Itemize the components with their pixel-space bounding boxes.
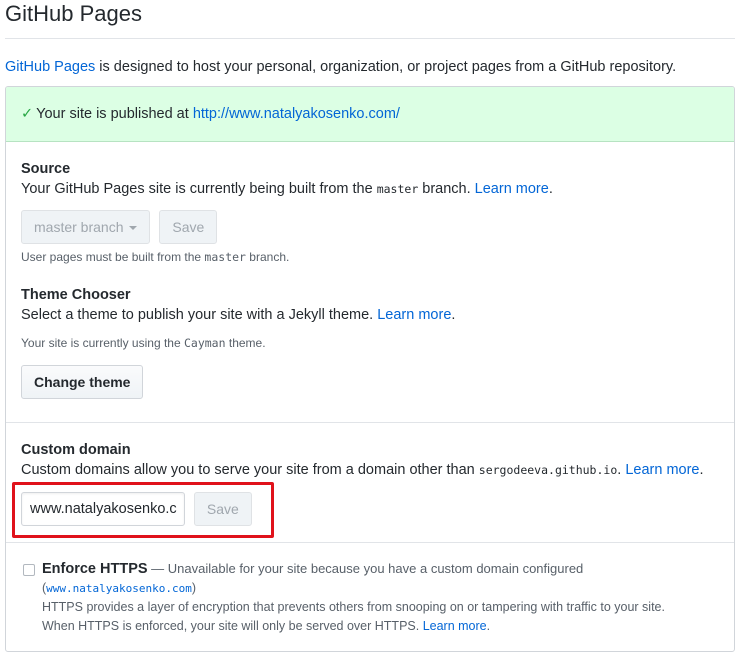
source-note-code: master: [204, 250, 246, 264]
intro-text: GitHub Pages is designed to host your pe…: [5, 57, 676, 77]
source-description: Your GitHub Pages site is currently bein…: [21, 179, 719, 199]
source-desc-end: .: [548, 181, 553, 197]
custom-domain-section: Custom domain Custom domains allow you t…: [6, 440, 734, 526]
page-title: GitHub Pages: [5, 1, 142, 26]
branch-select-button[interactable]: master branch: [21, 210, 151, 244]
theme-note-prefix: Your site is currently using the: [21, 336, 184, 350]
paren-close: ): [191, 581, 197, 595]
theme-learn-more-link[interactable]: Learn more: [377, 307, 451, 323]
enforce-https-line: Enforce HTTPS — Unavailable for your sit…: [42, 559, 732, 579]
published-text: Your site is published at: [36, 106, 193, 122]
domain-save-button[interactable]: Save: [193, 492, 252, 526]
theme-section: Theme Chooser Select a theme to publish …: [6, 285, 734, 399]
https-desc2-text: When HTTPS is enforced, your site will o…: [42, 619, 423, 633]
domain-learn-more-link[interactable]: Learn more: [625, 462, 699, 478]
https-description-1: HTTPS provides a layer of encryption tha…: [42, 600, 665, 614]
custom-domain-heading: Custom domain: [21, 442, 131, 458]
https-domain-line: (www.natalyakosenko.com): [42, 579, 732, 598]
github-pages-link[interactable]: GitHub Pages: [5, 59, 95, 75]
domain-desc-end: .: [699, 462, 704, 478]
published-flash: ✓ Your site is published at http://www.na…: [6, 87, 734, 142]
custom-domain-input[interactable]: www.natalyakosenko.c: [21, 492, 185, 526]
https-description-2: When HTTPS is enforced, your site will o…: [42, 617, 732, 636]
title-divider: [5, 38, 735, 39]
theme-heading: Theme Chooser: [21, 287, 131, 303]
section-divider: [6, 422, 734, 423]
source-note-suffix: branch.: [245, 250, 290, 264]
section-divider: [6, 542, 734, 543]
domain-desc-prefix: Custom domains allow you to serve your s…: [21, 462, 479, 478]
custom-domain-description: Custom domains allow you to serve your s…: [21, 460, 719, 480]
source-learn-more-link[interactable]: Learn more: [475, 181, 549, 197]
source-section: Source Your GitHub Pages site is current…: [6, 159, 734, 266]
github-io-domain-code: sergodeeva.github.io: [478, 463, 618, 477]
pages-settings-box: ✓ Your site is published at http://www.na…: [5, 86, 735, 652]
https-desc-end: .: [486, 619, 491, 633]
https-unavailable-text: — Unavailable for your site because you …: [147, 561, 584, 576]
theme-name-code: Cayman: [183, 336, 226, 350]
https-domain-link[interactable]: www.natalyakosenko.com: [46, 582, 192, 595]
source-note: User pages must be built from the master…: [21, 248, 719, 266]
intro-description: is designed to host your personal, organ…: [95, 59, 677, 75]
source-desc-prefix: Your GitHub Pages site is currently bein…: [21, 181, 377, 197]
enforce-https-checkbox[interactable]: [23, 564, 35, 576]
enforce-https-section: Enforce HTTPS — Unavailable for your sit…: [42, 559, 732, 636]
branch-select-label: master branch: [34, 219, 124, 235]
enforce-https-label: Enforce HTTPS: [42, 561, 148, 577]
theme-note: Your site is currently using the Cayman …: [21, 334, 719, 352]
source-heading: Source: [21, 161, 71, 177]
source-note-prefix: User pages must be built from the: [21, 250, 205, 264]
source-desc-suffix: branch.: [418, 181, 475, 197]
change-theme-button[interactable]: Change theme: [21, 365, 144, 399]
theme-note-suffix: theme.: [225, 336, 266, 350]
theme-desc-text: Select a theme to publish your site with…: [21, 307, 378, 323]
published-url-link[interactable]: http://www.natalyakosenko.com/: [193, 106, 400, 122]
caret-down-icon: [129, 226, 138, 231]
source-branch-code: master: [376, 182, 419, 196]
https-learn-more-link[interactable]: Learn more: [423, 619, 487, 633]
check-icon: ✓: [21, 106, 34, 122]
source-save-button[interactable]: Save: [159, 210, 218, 244]
theme-desc-end: .: [451, 307, 456, 323]
theme-description: Select a theme to publish your site with…: [21, 305, 719, 325]
